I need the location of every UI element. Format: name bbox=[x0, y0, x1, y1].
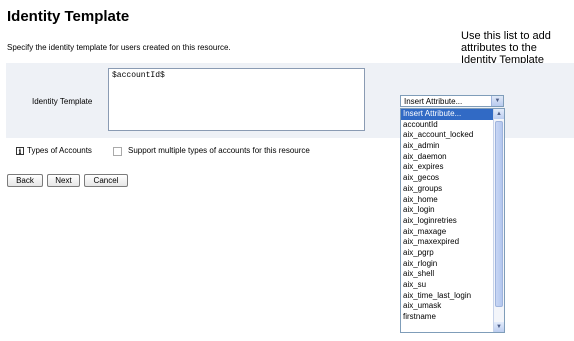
dropdown-option[interactable]: firstname bbox=[401, 312, 493, 323]
back-button[interactable]: Back bbox=[7, 174, 43, 187]
page-description: Specify the identity template for users … bbox=[7, 43, 231, 52]
scroll-up-icon[interactable]: ▲ bbox=[494, 109, 504, 119]
attribute-options: Insert Attribute... accountId aix_account_… bbox=[401, 109, 493, 323]
next-button[interactable]: Next bbox=[47, 174, 80, 187]
dropdown-option[interactable]: aix_account_locked bbox=[401, 130, 493, 141]
dropdown-option[interactable]: aix_gecos bbox=[401, 173, 493, 184]
dropdown-option[interactable]: aix_maxage bbox=[401, 227, 493, 238]
types-of-accounts-label: Types of Accounts bbox=[27, 146, 92, 156]
dropdown-scrollbar[interactable]: ▲ ▼ bbox=[493, 109, 504, 332]
insert-attribute-selected: Insert Attribute... bbox=[404, 97, 463, 106]
dropdown-option[interactable]: aix_loginretries bbox=[401, 216, 493, 227]
dropdown-option[interactable]: aix_expires bbox=[401, 162, 493, 173]
identity-template-textarea[interactable]: $accountId$ bbox=[108, 68, 365, 131]
multiple-types-checkbox[interactable] bbox=[113, 147, 122, 156]
dropdown-option[interactable]: aix_time_last_login bbox=[401, 291, 493, 302]
callout-text: Use this list to add attributes to the I… bbox=[461, 30, 551, 66]
dropdown-option[interactable]: aix_pgrp bbox=[401, 248, 493, 259]
attribute-dropdown-list[interactable]: Insert Attribute... accountId aix_account_… bbox=[400, 108, 505, 333]
dropdown-option[interactable]: accountId bbox=[401, 120, 493, 131]
dropdown-option[interactable]: aix_admin bbox=[401, 141, 493, 152]
scroll-down-icon[interactable]: ▼ bbox=[494, 322, 504, 332]
scrollbar-thumb[interactable] bbox=[495, 121, 503, 307]
dropdown-option[interactable]: aix_umask bbox=[401, 301, 493, 312]
dropdown-option[interactable]: aix_groups bbox=[401, 184, 493, 195]
page-title: Identity Template bbox=[7, 8, 130, 25]
cancel-button[interactable]: Cancel bbox=[84, 174, 128, 187]
dropdown-option[interactable]: aix_shell bbox=[401, 269, 493, 280]
dropdown-option[interactable]: Insert Attribute... bbox=[401, 109, 493, 120]
info-icon[interactable]: i bbox=[16, 146, 24, 155]
multiple-types-label: Support multiple types of accounts for t… bbox=[128, 146, 310, 155]
insert-attribute-select[interactable]: Insert Attribute... ▼ bbox=[400, 95, 504, 107]
types-of-accounts: i Types of Accounts bbox=[16, 146, 92, 155]
chevron-down-icon[interactable]: ▼ bbox=[491, 96, 503, 106]
identity-template-label: Identity Template bbox=[32, 97, 93, 106]
dropdown-option[interactable]: aix_su bbox=[401, 280, 493, 291]
dropdown-option[interactable]: aix_maxexpired bbox=[401, 237, 493, 248]
dropdown-option[interactable]: aix_home bbox=[401, 195, 493, 206]
dropdown-option[interactable]: aix_rlogin bbox=[401, 259, 493, 270]
dropdown-option[interactable]: aix_login bbox=[401, 205, 493, 216]
dropdown-option[interactable]: aix_daemon bbox=[401, 152, 493, 163]
